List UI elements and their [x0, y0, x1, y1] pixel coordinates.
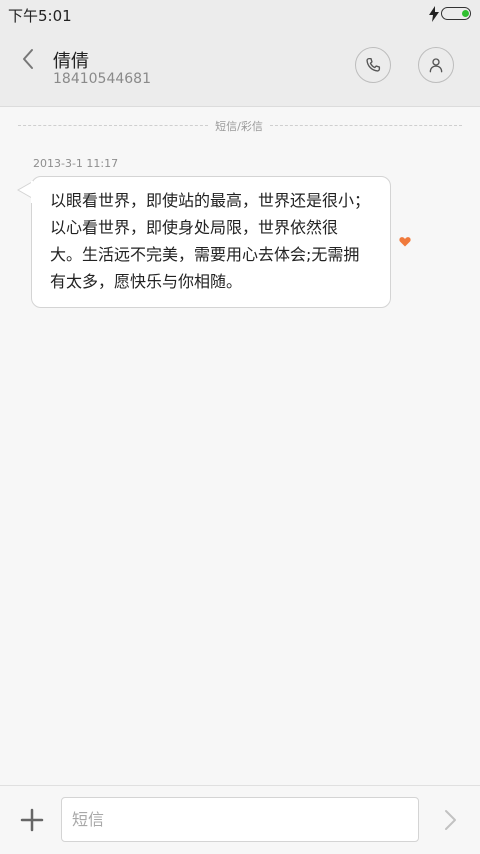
plus-icon[interactable] [20, 808, 44, 832]
person-icon [429, 58, 443, 73]
charging-bolt-icon [429, 6, 439, 22]
battery-level [461, 9, 469, 17]
send-chevron-icon[interactable] [440, 808, 460, 832]
status-time: 下午5:01 [8, 7, 72, 25]
battery-icon [441, 7, 471, 20]
message-timestamp: 2013-3-1 11:17 [33, 157, 119, 170]
bubble-tail-join [31, 181, 33, 203]
divider-line [18, 125, 208, 126]
heart-icon[interactable] [399, 236, 411, 247]
message-text: 以眼看世界，即使站的最高，世界还是很小； 以心看世界，即使身处局限，世界依然很 … [50, 191, 371, 291]
message-input[interactable] [61, 797, 419, 842]
message-composer [0, 785, 480, 854]
status-bar: 下午5:01 [0, 0, 480, 28]
call-button[interactable] [355, 47, 391, 83]
contact-name: 倩倩 [53, 51, 89, 72]
contact-number: 18410544681 [53, 71, 151, 87]
back-chevron-icon[interactable] [16, 46, 42, 72]
phone-icon [366, 57, 381, 72]
message-type-divider-label: 短信/彩信 [215, 120, 263, 133]
contact-profile-button[interactable] [418, 47, 454, 83]
message-bubble[interactable]: 以眼看世界，即使站的最高，世界还是很小； 以心看世界，即使身处局限，世界依然很 … [31, 176, 391, 308]
conversation-header: 倩倩 18410544681 [0, 28, 480, 107]
divider-line [270, 125, 462, 126]
